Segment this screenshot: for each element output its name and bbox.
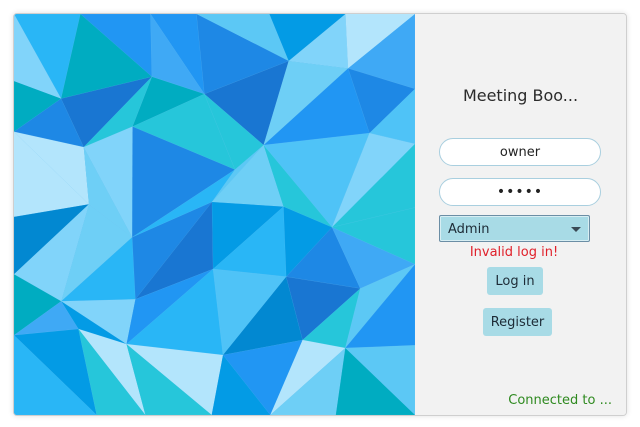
login-window: Meeting Boo... Admin Invalid log in! Log… bbox=[13, 13, 627, 416]
role-select-value: Admin bbox=[448, 222, 490, 237]
login-panel: Meeting Boo... Admin Invalid log in! Log… bbox=[415, 14, 626, 415]
username-field[interactable] bbox=[439, 138, 601, 166]
login-button[interactable]: Log in bbox=[487, 267, 543, 295]
app-title: Meeting Boo... bbox=[462, 86, 579, 105]
register-button[interactable]: Register bbox=[483, 308, 552, 336]
role-select[interactable]: Admin bbox=[439, 215, 590, 242]
connection-status: Connected to ... bbox=[508, 393, 612, 408]
decorative-polygon-background bbox=[14, 14, 415, 415]
chevron-down-icon bbox=[571, 227, 581, 232]
error-message: Invalid log in! bbox=[469, 245, 559, 260]
password-field[interactable] bbox=[439, 178, 601, 206]
